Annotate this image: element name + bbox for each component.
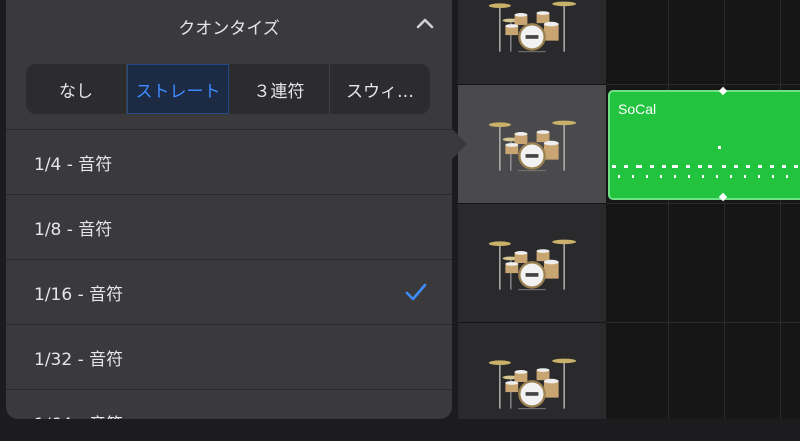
option-eighth-note[interactable]: 1/8 - 音符 [6, 195, 452, 259]
note-mark [758, 175, 760, 178]
drum-kit-icon [488, 119, 577, 172]
note-mark [632, 175, 634, 178]
note-mark [672, 165, 678, 168]
popover-arrow [451, 128, 467, 160]
drum-kit-icon [488, 357, 577, 410]
note-mark [702, 175, 704, 178]
chevron-up-icon[interactable] [414, 13, 436, 35]
note-mark [782, 165, 786, 168]
track-header-drums-1[interactable] [458, 0, 606, 84]
note-mark [674, 175, 676, 178]
popover-header: クオンタイズ [6, 0, 452, 50]
timeline-area[interactable]: SoCal [606, 0, 800, 419]
note-mark [624, 165, 628, 168]
drum-kit-icon [488, 0, 577, 53]
note-mark [716, 175, 718, 178]
note-mark [772, 175, 774, 178]
option-label: 1/32 - 音符 [34, 350, 124, 370]
region-marker [718, 86, 728, 96]
quantize-popover: クオンタイズ なし ストレート ３連符 スウィ… 1/4 - 音符 1/8 - … [6, 0, 452, 419]
option-sixty-fourth-note[interactable]: 1/64 - 音符 [6, 390, 452, 419]
track-header-drums-2[interactable] [458, 85, 606, 203]
beat-gridline [724, 0, 725, 419]
quantize-mode-segmented-control: なし ストレート ３連符 スウィ… [26, 64, 430, 114]
beat-gridline [668, 0, 669, 419]
lane-divider [606, 203, 800, 204]
note-mark [730, 175, 732, 178]
note-mark [618, 175, 620, 178]
track-header-drums-3[interactable] [458, 204, 606, 322]
note-mark [734, 165, 738, 168]
note-mark [688, 175, 690, 178]
drum-kit-icon [488, 238, 577, 291]
note-mark [662, 165, 666, 168]
option-label: 1/8 - 音符 [34, 220, 113, 240]
note-mark [612, 165, 616, 168]
note-mark [718, 146, 721, 149]
option-label: 1/4 - 音符 [34, 155, 113, 175]
note-mark [794, 165, 798, 168]
note-mark [686, 165, 690, 168]
note-mark [708, 165, 712, 168]
lane-divider [606, 322, 800, 323]
note-mark [650, 165, 654, 168]
segment-swing[interactable]: スウィ… [330, 64, 430, 114]
lane-divider [606, 84, 800, 85]
note-mark [786, 175, 788, 178]
note-mark [758, 165, 762, 168]
note-mark [660, 175, 662, 178]
note-mark [746, 165, 750, 168]
option-label: 1/16 - 音符 [34, 285, 124, 305]
option-quarter-note[interactable]: 1/4 - 音符 [6, 130, 452, 194]
note-mark [722, 165, 726, 168]
option-sixteenth-note[interactable]: 1/16 - 音符 [6, 260, 452, 324]
note-mark [646, 175, 648, 178]
quantize-value-list: 1/4 - 音符 1/8 - 音符 1/16 - 音符 1/32 - 音符 1/… [6, 129, 452, 419]
segment-triplet[interactable]: ３連符 [229, 64, 330, 114]
checkmark-icon [405, 283, 427, 301]
popover-title: クオンタイズ [178, 19, 280, 39]
note-mark [636, 165, 642, 168]
option-thirty-second-note[interactable]: 1/32 - 音符 [6, 325, 452, 389]
segment-straight[interactable]: ストレート [127, 64, 229, 114]
note-mark [698, 165, 702, 168]
drummer-region[interactable]: SoCal [608, 86, 800, 202]
beat-gridline [780, 0, 781, 419]
note-mark [744, 175, 746, 178]
segment-none[interactable]: なし [26, 64, 127, 114]
region-marker [718, 192, 728, 202]
track-header-drums-4[interactable] [458, 323, 606, 441]
note-mark [770, 165, 774, 168]
region-name: SoCal [618, 101, 657, 117]
option-label: 1/64 - 音符 [34, 410, 123, 419]
track-header-column [458, 0, 606, 419]
